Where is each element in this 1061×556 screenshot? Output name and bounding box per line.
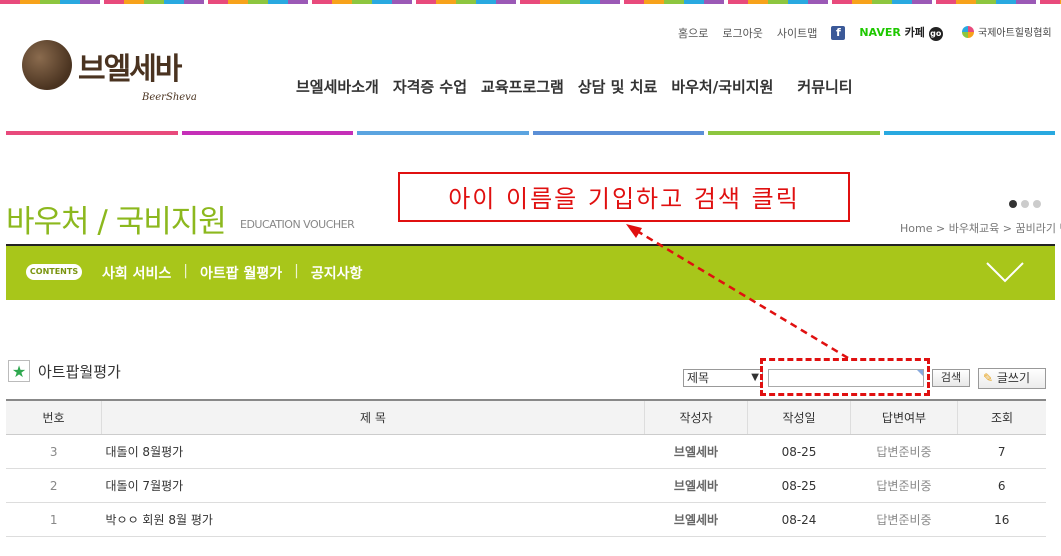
page-subtitle: EDUCATION VOUCHER [240, 218, 355, 231]
breadcrumb: Home > 바우채교육 > 꿈비라기 반 [900, 222, 1061, 235]
search-highlight-box [760, 358, 930, 396]
row-number: 2 [6, 468, 102, 503]
board-title-text: 아트팝월평가 [38, 362, 121, 381]
cafe-label: 카페 [904, 26, 925, 39]
row-views: 6 [957, 468, 1046, 503]
col-views: 조회 [957, 399, 1046, 435]
search-select-value: 제목 [687, 371, 710, 385]
instruction-callout: 아이 이름을 기입하고 검색 클릭 [398, 172, 850, 222]
board-table: 번호 제 목 작성자 작성일 답변여부 조회 3 대돌이 8월평가 브엘세바 0… [6, 399, 1046, 537]
color-segment [532, 131, 704, 135]
association-label: 국제아트힐링협회 [978, 28, 1052, 39]
logout-link[interactable]: 로그아웃 [722, 25, 762, 41]
home-link[interactable]: 홈으로 [678, 25, 708, 41]
row-title-link[interactable]: 대돌이 8월평가 [101, 434, 645, 469]
main-nav: 브엘세바소개 자격증 수업 교육프로그램 상담 및 치료 바우처/국비지원 커뮤… [296, 76, 867, 97]
search-field-select[interactable]: 제목 ▼ [683, 369, 763, 387]
nav-counseling[interactable]: 상담 및 치료 [578, 76, 657, 97]
star-icon: ★ [8, 360, 30, 382]
row-number: 1 [6, 502, 102, 537]
row-title-link[interactable]: 박ㅇㅇ 회원 8월 평가 [101, 502, 645, 537]
nav-community[interactable]: 커뮤니티 [797, 76, 852, 97]
logo-text: 브엘세바 [78, 52, 182, 87]
row-author: 브엘세바 [644, 468, 748, 503]
table-header-row: 번호 제 목 작성자 작성일 답변여부 조회 [6, 399, 1046, 435]
nav-certificate[interactable]: 자격증 수업 [393, 76, 467, 97]
utility-nav: 홈으로 로그아웃 사이트맵 f NAVER 카페 go [678, 24, 943, 41]
chevron-down-icon: ▼ [751, 372, 759, 383]
facebook-icon[interactable]: f [831, 25, 846, 40]
site-logo[interactable]: 브엘세바 BeerSheva [20, 38, 200, 116]
write-button-label: 글쓰기 [996, 371, 1031, 385]
col-status: 답변여부 [850, 399, 958, 435]
association-logo-icon [962, 25, 974, 38]
color-segment [357, 131, 529, 135]
color-segment [708, 131, 880, 135]
board-title: ★ 아트팝월평가 [8, 360, 121, 382]
row-title-link[interactable]: 대돌이 7월평가 [101, 468, 645, 503]
search-button[interactable]: 검색 [932, 369, 970, 387]
contents-badge: CONTENTS [26, 264, 82, 280]
naver-cafe-link[interactable]: NAVER 카페 go [859, 24, 943, 41]
top-color-strip [0, 0, 1061, 4]
row-date: 08-25 [747, 468, 851, 503]
indicator-dot [1033, 200, 1041, 208]
col-author: 작성자 [644, 399, 748, 435]
color-segment [181, 131, 353, 135]
sitemap-link[interactable]: 사이트맵 [777, 25, 817, 41]
color-segment [6, 131, 178, 135]
table-row[interactable]: 2 대돌이 7월평가 브엘세바 08-25 답변준비중 6 [6, 468, 1046, 503]
row-date: 08-24 [747, 502, 851, 537]
col-date: 작성일 [747, 399, 851, 435]
nav-voucher[interactable]: 바우처/국비지원 [671, 76, 773, 97]
row-views: 7 [957, 434, 1046, 469]
logo-subtext: BeerSheva [142, 92, 197, 103]
go-icon: go [928, 27, 943, 41]
menu-separator: | [183, 263, 188, 279]
row-status: 답변준비중 [850, 502, 958, 537]
color-segment [883, 131, 1055, 135]
naver-label: NAVER [859, 26, 901, 39]
row-status: 답변준비중 [850, 468, 958, 503]
sub-menu: 사회 서비스 | 아트팝 월평가 | 공지사항 [102, 263, 362, 283]
col-title: 제 목 [101, 399, 645, 435]
logo-tree-emblem [22, 40, 72, 90]
col-number: 번호 [6, 399, 102, 435]
nav-color-bar [6, 131, 1055, 135]
submenu-notice[interactable]: 공지사항 [311, 263, 363, 283]
indicator-dot [1009, 200, 1017, 208]
row-number: 3 [6, 434, 102, 469]
write-button[interactable]: ✎ 글쓰기 [978, 368, 1046, 389]
nav-about[interactable]: 브엘세바소개 [296, 76, 379, 97]
sub-nav-bar: CONTENTS 사회 서비스 | 아트팝 월평가 | 공지사항 [6, 246, 1055, 300]
submenu-artpop-eval[interactable]: 아트팝 월평가 [200, 263, 282, 283]
row-status: 답변준비중 [850, 434, 958, 469]
row-author: 브엘세바 [644, 502, 748, 537]
row-author: 브엘세바 [644, 434, 748, 469]
chevron-down-icon[interactable] [985, 260, 1025, 284]
association-link[interactable]: 국제아트힐링협회 [962, 24, 1052, 39]
page-title: 바우처 / 국비지원 [6, 204, 227, 240]
pencil-icon: ✎ [983, 371, 994, 385]
row-date: 08-25 [747, 434, 851, 469]
page-indicator [1009, 200, 1041, 208]
submenu-social-service[interactable]: 사회 서비스 [102, 263, 171, 283]
row-views: 16 [957, 502, 1046, 537]
menu-separator: | [294, 263, 299, 279]
nav-education[interactable]: 교육프로그램 [481, 76, 564, 97]
indicator-dot [1021, 200, 1029, 208]
table-row[interactable]: 3 대돌이 8월평가 브엘세바 08-25 답변준비중 7 [6, 434, 1046, 469]
table-row[interactable]: 1 박ㅇㅇ 회원 8월 평가 브엘세바 08-24 답변준비중 16 [6, 502, 1046, 537]
